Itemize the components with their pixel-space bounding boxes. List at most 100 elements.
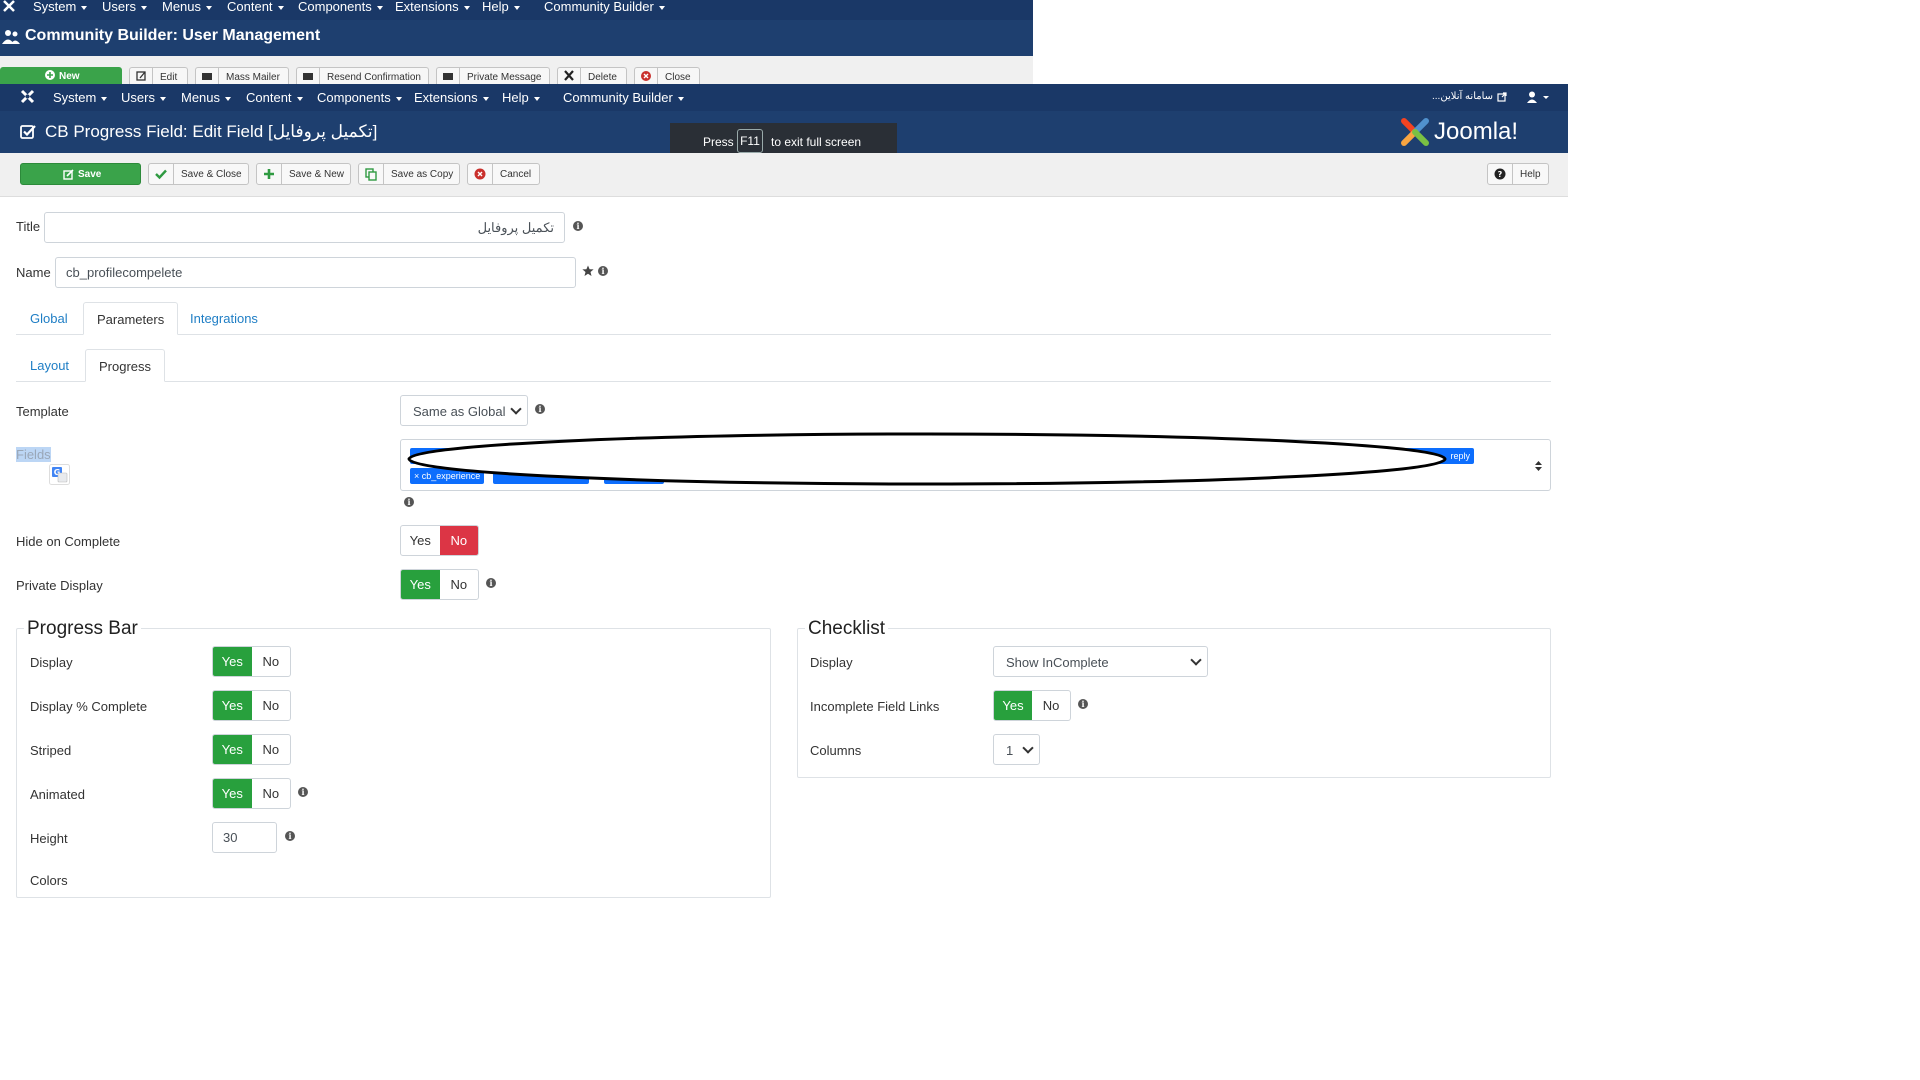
title-input[interactable] <box>44 212 565 243</box>
tab-parameters[interactable]: Parameters <box>83 302 179 335</box>
edit-toolbar: Save Save & Close Save & New Save as Cop… <box>0 153 1568 197</box>
main-nav-bar: System Users Menus Content Components Ex… <box>0 84 1568 111</box>
save-button[interactable]: Save <box>20 163 141 185</box>
hide-on-complete-toggle[interactable]: Yes No <box>400 525 479 556</box>
cl-incomplete-links-toggle[interactable]: Yes No <box>993 690 1071 721</box>
cl-columns-select[interactable]: 1 <box>993 734 1040 765</box>
nav-extensions[interactable]: Extensions <box>414 90 489 105</box>
bg-close-button[interactable]: Close <box>634 67 700 84</box>
bg-nav-menus[interactable]: Menus <box>162 0 213 14</box>
hide-on-complete-label: Hide on Complete <box>16 534 121 549</box>
info-icon[interactable]: i <box>598 266 608 276</box>
nav-content[interactable]: Content <box>246 90 303 105</box>
check-icon <box>149 164 174 184</box>
bg-mass-mailer-button[interactable]: Mass Mailer <box>195 67 289 84</box>
no-option[interactable]: No <box>1032 691 1070 720</box>
translate-icon[interactable]: G <box>49 464 70 485</box>
cancel-button[interactable]: Cancel <box>467 163 540 185</box>
yes-option[interactable]: Yes <box>213 647 252 676</box>
bg-private-message-button[interactable]: Private Message <box>436 67 550 84</box>
tab-integrations[interactable]: Integrations <box>177 302 271 335</box>
tab-global[interactable]: Global <box>17 302 81 335</box>
template-select[interactable]: Same as Global <box>400 395 528 426</box>
cancel-circle-icon <box>468 164 493 184</box>
envelope-icon <box>437 68 460 84</box>
pb-display-toggle[interactable]: Yes No <box>212 646 291 677</box>
help-button[interactable]: ? Help <box>1487 163 1549 185</box>
user-menu-icon[interactable] <box>1527 91 1549 103</box>
f11-key: F11 <box>737 129 763 153</box>
bg-nav-extensions[interactable]: Extensions <box>395 0 470 14</box>
info-icon[interactable]: i <box>573 221 583 231</box>
users-icon <box>2 29 20 45</box>
sort-arrows-icon <box>1535 461 1542 471</box>
page-title: CB Progress Field: Edit Field [تکمیل پرو… <box>45 122 378 141</box>
bg-new-button[interactable]: New <box>0 67 122 84</box>
no-option[interactable]: No <box>252 735 291 764</box>
bg-nav-community-builder[interactable]: Community Builder <box>544 0 665 14</box>
nav-community-builder[interactable]: Community Builder <box>563 90 684 105</box>
bg-nav-users[interactable]: Users <box>102 0 147 14</box>
bg-nav-components[interactable]: Components <box>298 0 383 14</box>
subtab-layout[interactable]: Layout <box>17 349 82 382</box>
name-input[interactable] <box>55 257 576 288</box>
svg-text:?: ? <box>1498 170 1503 179</box>
save-new-button[interactable]: Save & New <box>256 163 351 185</box>
yes-option[interactable]: Yes <box>213 691 252 720</box>
info-icon[interactable]: i <box>1078 699 1088 709</box>
yes-option[interactable]: Yes <box>401 570 440 599</box>
nav-menus[interactable]: Menus <box>181 90 232 105</box>
joomla-menu-icon[interactable] <box>20 89 35 104</box>
pb-animated-label: Animated <box>30 787 85 802</box>
bg-delete-button[interactable]: Delete <box>557 67 627 84</box>
copy-icon <box>359 164 384 184</box>
no-option[interactable]: No <box>252 691 291 720</box>
joomla-logo-icon <box>1399 116 1431 148</box>
no-option[interactable]: No <box>252 647 291 676</box>
no-option[interactable]: No <box>252 779 291 808</box>
info-icon[interactable]: i <box>404 497 414 507</box>
pb-height-label: Height <box>30 831 68 846</box>
info-icon[interactable]: i <box>486 578 496 588</box>
chevron-down-icon <box>1022 742 1034 754</box>
yes-option[interactable]: Yes <box>401 526 440 555</box>
save-as-copy-button[interactable]: Save as Copy <box>358 163 460 185</box>
subtab-progress[interactable]: Progress <box>85 349 166 382</box>
pb-height-input[interactable] <box>212 822 277 853</box>
nav-components[interactable]: Components <box>317 90 402 105</box>
nav-system[interactable]: System <box>53 90 108 105</box>
bg-resend-confirmation-button[interactable]: Resend Confirmation <box>296 67 429 84</box>
pb-display-percent-label: Display % Complete <box>30 699 148 714</box>
pb-striped-toggle[interactable]: Yes No <box>212 734 291 765</box>
nav-help[interactable]: Help <box>502 90 540 105</box>
private-display-toggle[interactable]: Yes No <box>400 569 479 600</box>
private-display-label: Private Display <box>16 578 103 593</box>
yes-option[interactable]: Yes <box>213 779 252 808</box>
bg-nav-content[interactable]: Content <box>227 0 284 14</box>
bg-nav-system[interactable]: System <box>33 0 88 14</box>
site-link[interactable]: ...سامانه آنلاین <box>1432 91 1493 102</box>
pb-colors-label: Colors <box>30 873 68 888</box>
joomla-icon[interactable] <box>3 0 15 12</box>
no-option[interactable]: No <box>439 526 478 555</box>
no-option[interactable]: No <box>440 570 479 599</box>
save-close-button[interactable]: Save & Close <box>148 163 249 185</box>
edit-icon <box>130 68 153 84</box>
nav-users[interactable]: Users <box>121 90 166 105</box>
bg-nav-help[interactable]: Help <box>482 0 520 14</box>
yes-option[interactable]: Yes <box>994 691 1032 720</box>
name-label: Name <box>16 265 51 280</box>
pb-animated-toggle[interactable]: Yes No <box>212 778 291 809</box>
pb-display-percent-toggle[interactable]: Yes No <box>212 690 291 721</box>
cl-display-select[interactable]: Show InComplete <box>993 646 1208 677</box>
envelope-icon <box>297 68 320 84</box>
fields-label: Fields <box>16 447 51 462</box>
external-link-icon[interactable] <box>1497 92 1507 102</box>
info-icon[interactable]: i <box>535 404 545 414</box>
yes-option[interactable]: Yes <box>213 735 252 764</box>
bg-edit-button[interactable]: Edit <box>129 67 188 84</box>
info-icon[interactable]: i <box>298 787 308 797</box>
background-nav-bar: System Users Menus Content Components Ex… <box>0 0 1033 20</box>
edit-icon <box>63 169 74 180</box>
info-icon[interactable]: i <box>285 831 295 841</box>
